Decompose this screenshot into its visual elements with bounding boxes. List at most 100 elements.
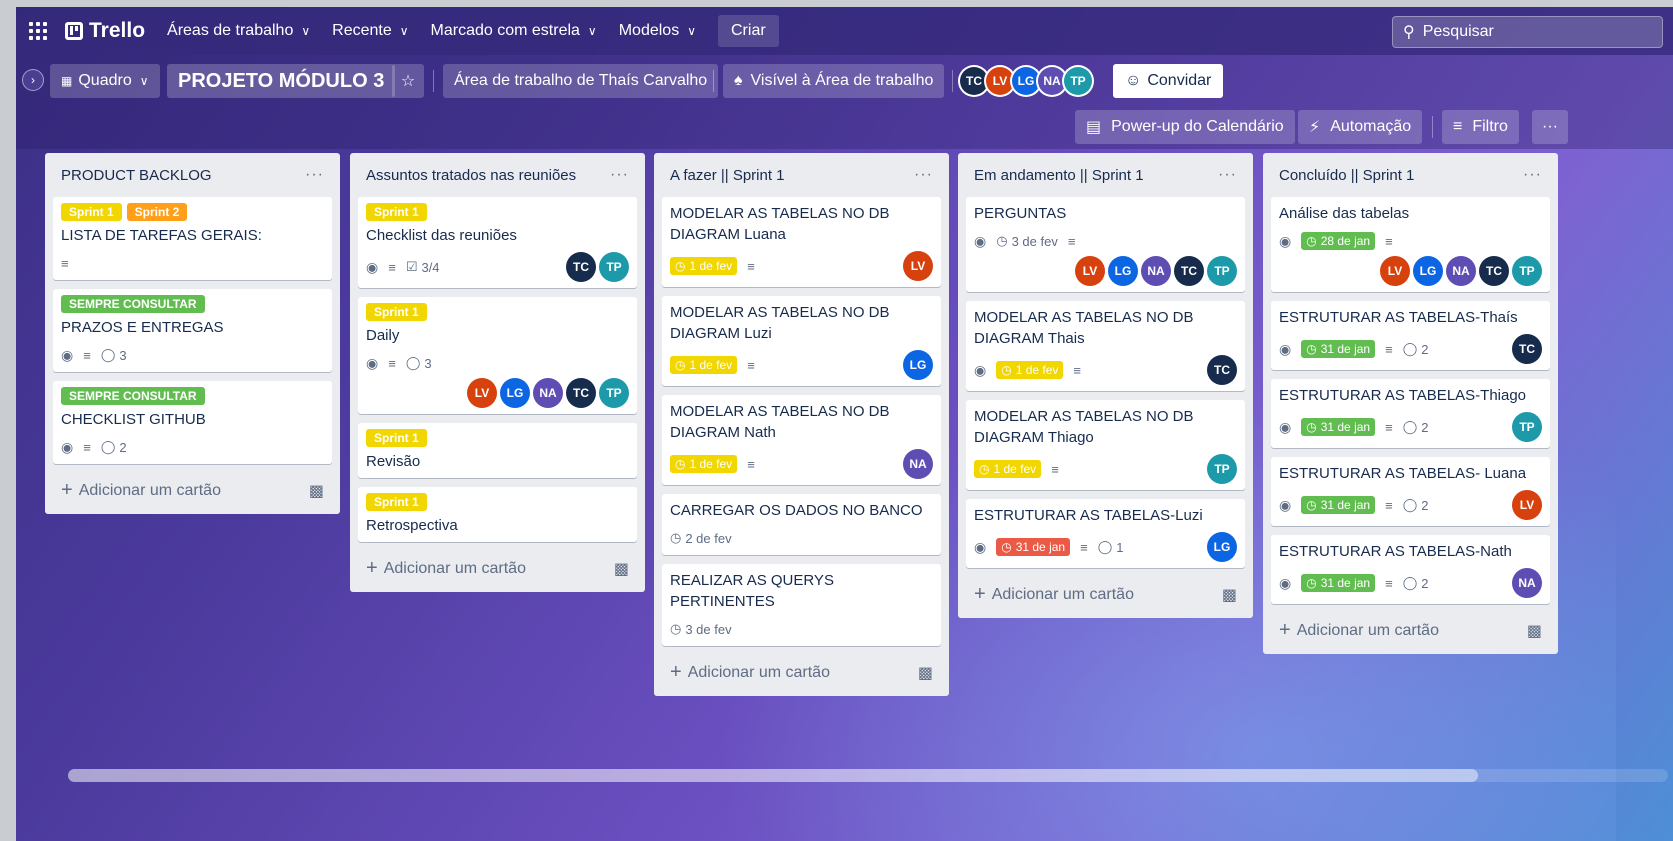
avatar[interactable]: LV [903, 251, 933, 281]
avatar[interactable]: TP [599, 252, 629, 282]
card[interactable]: REALIZAR AS QUERYS PERTINENTES ◷ 3 de fev [662, 564, 941, 646]
trello-logo[interactable]: Trello [65, 19, 145, 43]
card[interactable]: MODELAR AS TABELAS NO DB DIAGRAM Thais ◉… [966, 301, 1245, 391]
workspace-button[interactable]: Área de trabalho de Thaís Carvalho [443, 64, 719, 98]
avatar[interactable]: NA [1446, 256, 1476, 286]
card[interactable]: ESTRUTURAR AS TABELAS-Thaís ◉ ◷ 31 de jan… [1271, 301, 1550, 370]
nav-starred-menu[interactable]: Marcado com estrela ∨ [431, 22, 597, 40]
add-card-button[interactable]: + Adicionar um cartão ▩ [1271, 613, 1550, 646]
nav-templates-menu[interactable]: Modelos ∨ [619, 22, 696, 40]
avatar[interactable]: LG [1207, 532, 1237, 562]
board-title[interactable]: PROJETO MÓDULO 3 [167, 64, 396, 98]
due-date-badge[interactable]: ◷ 28 de jan [1301, 232, 1376, 250]
card[interactable]: ESTRUTURAR AS TABELAS-Thiago ◉ ◷ 31 de ja… [1271, 379, 1550, 448]
add-card-button[interactable]: + Adicionar um cartão ▩ [53, 473, 332, 506]
list-title[interactable]: Em andamento || Sprint 1 [974, 167, 1144, 184]
avatar[interactable]: NA [1141, 256, 1171, 286]
avatar[interactable]: LG [1012, 67, 1040, 95]
avatar[interactable]: LV [1512, 490, 1542, 520]
avatar[interactable]: TP [1064, 67, 1092, 95]
card[interactable]: CARREGAR OS DADOS NO BANCO ◷ 2 de fev [662, 494, 941, 555]
list-title[interactable]: Concluído || Sprint 1 [1279, 167, 1414, 184]
avatar[interactable]: TC [1479, 256, 1509, 286]
card[interactable]: Sprint 1 Revisão [358, 423, 637, 478]
avatar[interactable]: TP [599, 378, 629, 408]
create-button[interactable]: Criar [718, 15, 779, 47]
due-date-badge[interactable]: ◷ 31 de jan [1301, 496, 1376, 514]
add-card-button[interactable]: + Adicionar um cartão ▩ [966, 577, 1245, 610]
avatar[interactable]: TP [1512, 256, 1542, 286]
horizontal-scrollbar-thumb[interactable] [68, 769, 1478, 782]
avatar[interactable]: TP [1207, 256, 1237, 286]
search-input[interactable]: ⚲ Pesquisar [1392, 16, 1663, 48]
card[interactable]: Sprint 1 Checklist das reuniões ◉ ≡ ☑ 3/4… [358, 197, 637, 288]
add-card-button[interactable]: + Adicionar um cartão ▩ [358, 551, 637, 584]
card-template-icon[interactable]: ▩ [918, 663, 933, 683]
card[interactable]: MODELAR AS TABELAS NO DB DIAGRAM Thiago … [966, 400, 1245, 490]
due-date-badge[interactable]: ◷ 1 de fev [670, 257, 738, 275]
card[interactable]: SEMPRE CONSULTAR CHECKLIST GITHUB ◉ ≡ ◯ 2 [53, 381, 332, 464]
avatar[interactable]: LG [1108, 256, 1138, 286]
visibility-button[interactable]: ♠ Visível à Área de trabalho [723, 64, 945, 98]
card[interactable]: ESTRUTURAR AS TABELAS-Luzi ◉ ◷ 31 de jan … [966, 499, 1245, 568]
star-board-button[interactable]: ☆ [392, 64, 424, 98]
board-view-switcher[interactable]: ▦ Quadro ∨ [50, 64, 160, 98]
card[interactable]: Análise das tabelas ◉ ◷ 28 de jan ≡ LV LG… [1271, 197, 1550, 292]
card[interactable]: ESTRUTURAR AS TABELAS- Luana ◉ ◷ 31 de ja… [1271, 457, 1550, 526]
due-date-badge[interactable]: ◷ 1 de fev [996, 361, 1064, 379]
avatar[interactable]: LV [1380, 256, 1410, 286]
nav-workspaces-menu[interactable]: Áreas de trabalho ∨ [167, 22, 310, 40]
avatar[interactable]: TP [1207, 454, 1237, 484]
card[interactable]: Sprint 1 Retrospectiva [358, 487, 637, 542]
due-date-badge[interactable]: ◷ 31 de jan [1301, 340, 1376, 358]
card[interactable]: PERGUNTAS ◉ ◷ 3 de fev ≡ LV LG NA TC TP [966, 197, 1245, 292]
card[interactable]: MODELAR AS TABELAS NO DB DIAGRAM Luzi ◷ 1… [662, 296, 941, 386]
list-menu-button[interactable]: ··· [305, 166, 324, 184]
avatar[interactable]: TC [566, 252, 596, 282]
card[interactable]: ESTRUTURAR AS TABELAS-Nath ◉ ◷ 31 de jan … [1271, 535, 1550, 604]
due-date-badge[interactable]: ◷ 31 de jan [1301, 418, 1376, 436]
list-title[interactable]: PRODUCT BACKLOG [61, 167, 212, 184]
card[interactable]: MODELAR AS TABELAS NO DB DIAGRAM Luana ◷… [662, 197, 941, 287]
invite-button[interactable]: ☺ Convidar [1113, 64, 1224, 98]
list-menu-button[interactable]: ··· [1523, 166, 1542, 184]
app-switcher-icon[interactable] [29, 22, 47, 40]
due-date-badge[interactable]: ◷ 1 de fev [670, 455, 738, 473]
board-menu-button[interactable]: ··· [1532, 110, 1568, 144]
avatar[interactable]: TC [1174, 256, 1204, 286]
avatar[interactable]: LG [500, 378, 530, 408]
sidebar-expand-button[interactable]: › [22, 69, 44, 91]
list-menu-button[interactable]: ··· [610, 166, 629, 184]
avatar[interactable]: TC [960, 67, 988, 95]
avatar[interactable]: TC [1207, 355, 1237, 385]
avatar[interactable]: LG [903, 350, 933, 380]
list-menu-button[interactable]: ··· [914, 166, 933, 184]
avatar[interactable]: TC [566, 378, 596, 408]
add-card-button[interactable]: + Adicionar um cartão ▩ [662, 655, 941, 688]
due-date-badge[interactable]: ◷ 31 de jan [1301, 574, 1376, 592]
calendar-powerup-button[interactable]: ▤ Power-up do Calendário [1075, 110, 1295, 144]
avatar[interactable]: NA [1038, 67, 1066, 95]
card-template-icon[interactable]: ▩ [1222, 585, 1237, 605]
avatar[interactable]: LV [1075, 256, 1105, 286]
card-template-icon[interactable]: ▩ [614, 559, 629, 579]
card[interactable]: MODELAR AS TABELAS NO DB DIAGRAM Nath ◷ 1… [662, 395, 941, 485]
filter-button[interactable]: ≡ Filtro [1442, 110, 1519, 144]
due-date-badge[interactable]: ◷ 1 de fev [974, 460, 1042, 478]
avatar[interactable]: LV [986, 67, 1014, 95]
due-date-badge[interactable]: ◷ 31 de jan [996, 538, 1071, 556]
nav-recent-menu[interactable]: Recente ∨ [332, 22, 408, 40]
avatar[interactable]: LV [467, 378, 497, 408]
list-title[interactable]: A fazer || Sprint 1 [670, 167, 785, 184]
card[interactable]: Sprint 1 Daily ◉ ≡ ◯ 3 LV LG NA TC TP [358, 297, 637, 414]
avatar[interactable]: LG [1413, 256, 1443, 286]
automation-button[interactable]: ⚡ Automação [1298, 110, 1423, 144]
card[interactable]: SEMPRE CONSULTAR PRAZOS E ENTREGAS ◉ ≡ ◯… [53, 289, 332, 372]
card-template-icon[interactable]: ▩ [309, 481, 324, 501]
avatar[interactable]: NA [903, 449, 933, 479]
card-template-icon[interactable]: ▩ [1527, 621, 1542, 641]
avatar[interactable]: NA [533, 378, 563, 408]
avatar[interactable]: TC [1512, 334, 1542, 364]
list-title[interactable]: Assuntos tratados nas reuniões [366, 167, 576, 184]
list-menu-button[interactable]: ··· [1218, 166, 1237, 184]
